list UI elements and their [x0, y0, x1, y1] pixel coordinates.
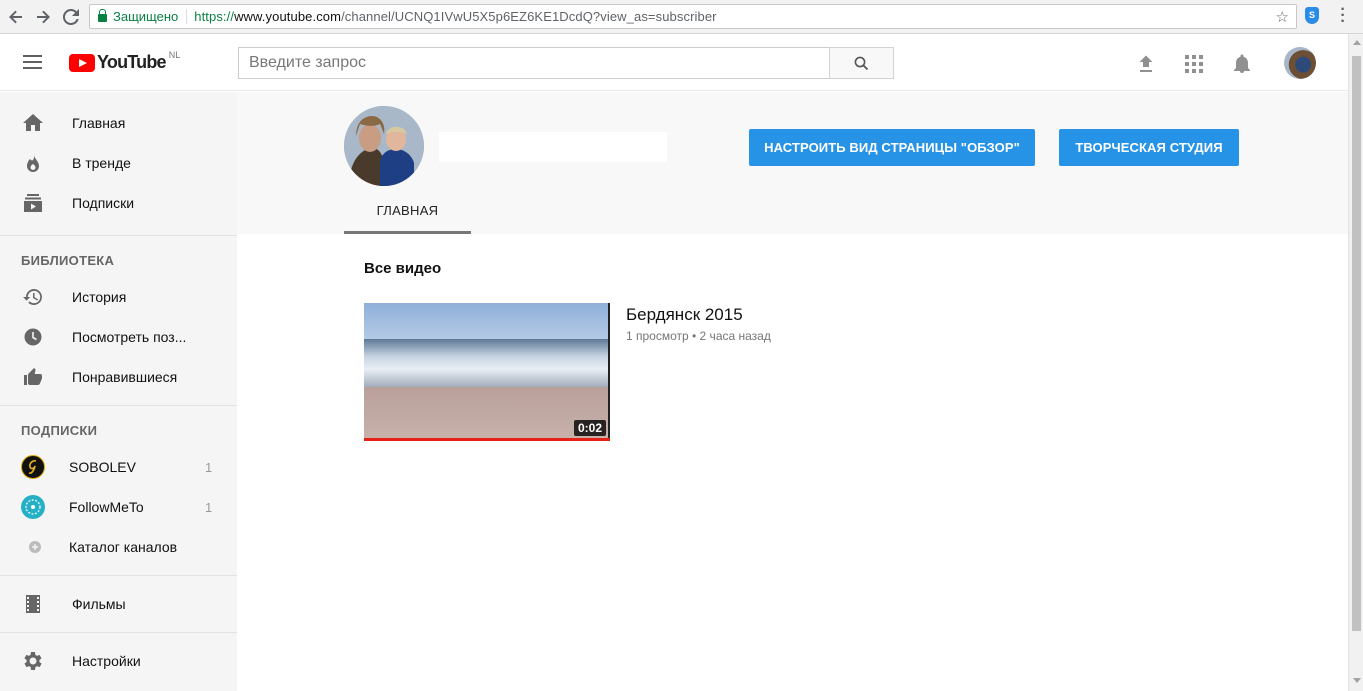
video-meta: 1 просмотр • 2 часа назад [626, 329, 771, 343]
followmeto-channel-avatar [21, 495, 45, 519]
watch-progress-bar [364, 438, 610, 441]
sidebar-item-home[interactable]: Главная [0, 103, 237, 143]
sidebar-item-watch-later[interactable]: Посмотреть поз... [0, 317, 237, 357]
sidebar-item-movies[interactable]: Фильмы [0, 584, 237, 624]
youtube-logo[interactable]: YouTube NL [69, 50, 180, 73]
notifications-bell-icon[interactable] [1232, 54, 1252, 74]
add-circle-icon [25, 537, 45, 557]
home-icon [23, 113, 43, 133]
library-heading: БИБЛИОТЕКА [21, 253, 115, 268]
scroll-down-arrow-icon[interactable] [1353, 678, 1361, 683]
sidebar-item-channel-followmeto[interactable]: FollowMeTo 1 [0, 487, 237, 527]
scrollbar-thumb[interactable] [1352, 56, 1361, 631]
browser-toolbar: Защищено https://www.youtube.com/channel… [0, 0, 1363, 34]
film-icon [23, 594, 43, 614]
account-avatar[interactable] [1284, 47, 1316, 79]
search-button[interactable] [829, 47, 894, 79]
sobolev-channel-avatar [21, 455, 45, 479]
customize-overview-button[interactable]: НАСТРОИТЬ ВИД СТРАНИЦЫ "ОБЗОР" [749, 129, 1035, 166]
extension-shield-icon[interactable]: S [1305, 7, 1319, 24]
secure-indicator[interactable]: Защищено [90, 8, 188, 24]
sidebar-item-channel-catalog[interactable]: Каталог каналов [0, 527, 237, 567]
all-videos-heading[interactable]: Все видео [364, 260, 441, 277]
upload-icon[interactable] [1136, 54, 1156, 74]
new-videos-count: 1 [205, 459, 213, 475]
search-icon [854, 56, 869, 70]
channel-name [439, 132, 667, 162]
thumbs-up-icon [23, 367, 43, 387]
forward-arrow-icon[interactable] [33, 7, 53, 27]
sidebar-divider [0, 632, 237, 633]
clock-icon [23, 327, 43, 347]
subscriptions-heading: ПОДПИСКИ [21, 423, 98, 438]
video-title[interactable]: Бердянск 2015 [626, 305, 743, 325]
sidebar-item-history[interactable]: История [0, 277, 237, 317]
video-duration: 0:02 [573, 420, 606, 436]
address-bar[interactable]: Защищено https://www.youtube.com/channel… [89, 4, 1297, 29]
youtube-masthead: YouTube NL Введите запрос [0, 34, 1348, 91]
gear-icon [23, 651, 43, 671]
youtube-play-icon [69, 53, 95, 72]
history-icon [23, 287, 43, 307]
secure-label: Защищено [113, 9, 179, 24]
new-videos-count: 1 [205, 499, 213, 515]
subscriptions-icon [23, 193, 43, 213]
sidebar-item-liked[interactable]: Понравившиеся [0, 357, 237, 397]
sidebar-divider [0, 575, 237, 576]
reload-icon[interactable] [61, 7, 81, 27]
guide-menu-icon[interactable] [23, 55, 42, 69]
creator-studio-button[interactable]: ТВОРЧЕСКАЯ СТУДИЯ [1059, 129, 1239, 166]
apps-grid-icon[interactable] [1184, 54, 1204, 74]
sidebar-item-subscriptions[interactable]: Подписки [0, 183, 237, 223]
scroll-up-arrow-icon[interactable] [1353, 40, 1361, 45]
sidebar-divider [0, 405, 237, 406]
sidebar-item-channel-sobolev[interactable]: SOBOLEV 1 [0, 447, 237, 487]
search-input[interactable]: Введите запрос [238, 47, 830, 79]
guide-sidebar: Главная В тренде Подписки БИБЛИОТЕКА Ист… [0, 92, 237, 691]
video-thumbnail[interactable]: 0:02 [364, 303, 610, 441]
sidebar-item-settings[interactable]: Настройки [0, 641, 237, 681]
channel-avatar[interactable] [344, 106, 424, 186]
sidebar-item-trending[interactable]: В тренде [0, 143, 237, 183]
lock-icon [98, 8, 107, 22]
url-text[interactable]: https://www.youtube.com/channel/UCNQ1IVw… [187, 9, 716, 24]
bookmark-star-icon[interactable]: ☆ [1276, 8, 1289, 26]
channel-header: НАСТРОИТЬ ВИД СТРАНИЦЫ "ОБЗОР" ТВОРЧЕСКА… [237, 92, 1348, 234]
back-arrow-icon[interactable] [6, 7, 26, 27]
fire-icon [23, 153, 43, 173]
page-scrollbar[interactable] [1348, 34, 1363, 691]
browser-menu-icon[interactable]: · · · [1338, 2, 1348, 30]
tab-home[interactable]: ГЛАВНАЯ [344, 203, 471, 234]
tab-home-label: ГЛАВНАЯ [376, 203, 439, 218]
sidebar-divider [0, 235, 237, 236]
